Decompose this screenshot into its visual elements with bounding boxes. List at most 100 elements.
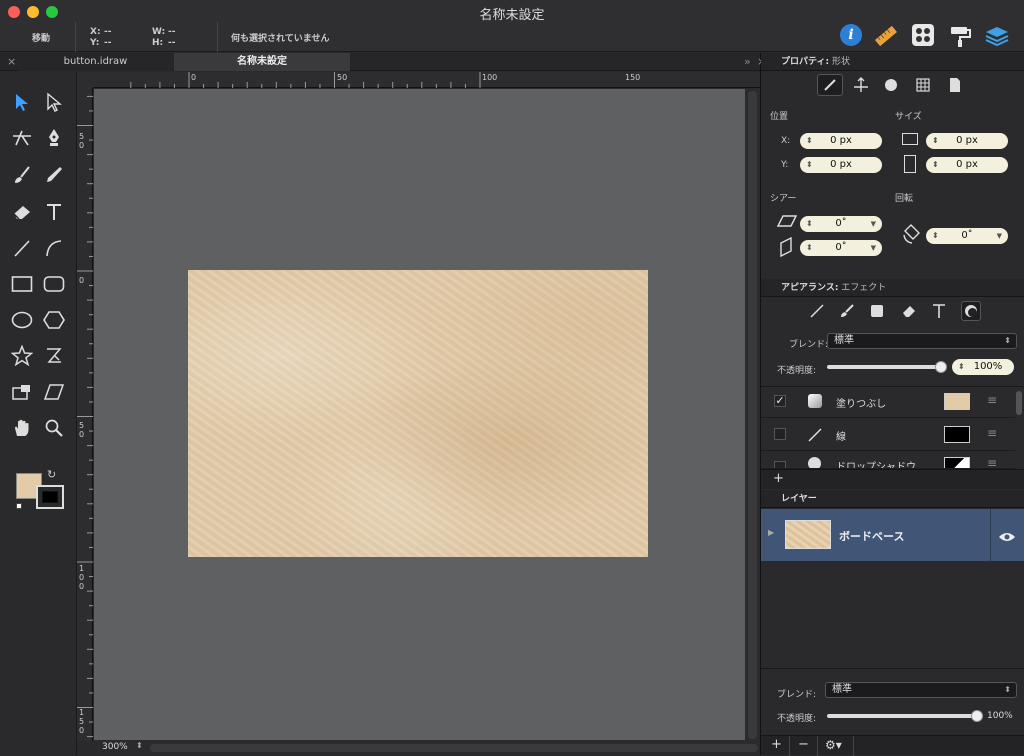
effects-footer: + [761,469,1024,489]
stroke-style-icon[interactable] [809,303,825,319]
opacity-field[interactable]: ⬍ 100% [952,359,1014,375]
rotation-icon [901,223,921,249]
disclosure-triangle-icon[interactable]: ▶ [768,528,774,537]
selection-arrow-icon[interactable] [8,88,36,116]
horizontal-scrollbar[interactable] [150,744,758,752]
ruler-tick-label: 150 [79,708,85,735]
geometry-tab-icon[interactable] [817,74,843,96]
vertical-ruler[interactable]: 50 0 50 100 150 [77,88,93,741]
fill-enabled-checkbox[interactable]: ✓ [774,395,786,407]
layer-thumbnail [785,520,831,549]
text-tool-icon[interactable] [40,198,68,226]
star-tool-icon[interactable] [8,342,36,370]
text-style-icon[interactable] [931,303,947,319]
board-base-shape[interactable] [188,270,648,557]
layer-name[interactable]: ボードベース [839,528,904,544]
document-tab-icon[interactable] [947,77,963,93]
tab-overflow-icon[interactable]: » [744,53,751,71]
remove-layer-button[interactable]: − [798,737,809,752]
ruler-tick-label: 50 [79,132,85,150]
shear-label: シアー [770,194,797,204]
spiral-tool-icon[interactable] [40,342,68,370]
shadow-color-well[interactable] [944,457,970,468]
y-position-field[interactable]: ⬍ 0 px [800,157,882,173]
rounded-rectangle-tool-icon[interactable] [40,270,68,298]
width-field[interactable]: ⬍ 0 px [926,133,1008,149]
vertical-scrollbar[interactable] [745,89,760,741]
ellipse-tool-icon[interactable] [8,306,36,334]
shadow-effect-icon [808,457,821,468]
tab-untitled[interactable]: 名称未設定 [174,53,350,71]
default-colors-icon[interactable] [16,503,22,509]
tab-button-idraw[interactable]: button.idraw [18,53,173,71]
effect-row-stroke[interactable]: 線 ≡ [761,419,1015,451]
blend-label: ブレンド: [789,340,829,350]
horizontal-ruler[interactable]: 0 50 100 150 [93,72,760,88]
drag-handle-icon[interactable]: ≡ [987,456,997,468]
height-value: -- [168,38,176,48]
grid-icon[interactable] [912,24,934,46]
appearance-header: アピアランス: エフェクト [761,279,1024,297]
point-tool-icon[interactable] [8,124,36,152]
eye-icon[interactable] [998,528,1016,547]
shape-tab-icon[interactable] [883,77,899,93]
rectangle-tool-icon[interactable] [8,270,36,298]
info-icon[interactable]: i [840,24,862,46]
rotation-field[interactable]: ⬍ 0˚ ▼ [926,228,1008,244]
line-tool-icon[interactable] [8,234,36,262]
shear-x-field[interactable]: ⬍ 0˚ ▼ [800,216,882,232]
ruler-icon[interactable] [874,24,898,48]
shadow-enabled-checkbox[interactable] [774,461,786,468]
paint-roller-icon[interactable] [948,24,972,48]
ruler-tick-label: 50 [79,421,85,439]
align-tab-icon[interactable] [853,77,869,93]
grid-tab-icon[interactable] [915,77,931,93]
shear-tool-icon[interactable] [40,378,68,406]
hand-tool-icon[interactable] [8,414,36,442]
zoom-tool-icon[interactable] [40,414,68,442]
position-label: 位置 [770,112,789,122]
effects-style-icon[interactable] [961,301,981,321]
window-title: 名称未設定 [479,8,545,23]
layer-opacity-slider[interactable] [827,710,983,722]
height-field[interactable]: ⬍ 0 px [926,157,1008,173]
document-tab-bar: × button.idraw × 名称未設定 » [0,53,760,71]
drag-handle-icon[interactable]: ≡ [987,393,997,407]
shear-y-field[interactable]: ⬍ 0˚ ▼ [800,240,882,256]
transform-tool-icon[interactable] [8,378,36,406]
ruler-tick-label: 150 [625,73,641,82]
stroke-color-well[interactable] [944,426,970,443]
layers-icon[interactable] [984,24,1010,48]
drag-handle-icon[interactable]: ≡ [987,426,997,440]
effects-scrollbar[interactable] [1015,387,1023,469]
brush-style-icon[interactable] [839,303,855,319]
layer-row[interactable]: ▶ ボードベース [761,509,1024,561]
swap-colors-icon[interactable]: ↻ [47,468,56,481]
close-tab-icon[interactable]: × [7,53,16,71]
stroke-enabled-checkbox[interactable] [774,428,786,440]
zoom-stepper-icon[interactable]: ⬍ [136,741,143,750]
add-layer-button[interactable]: + [771,737,782,752]
arc-tool-icon[interactable] [40,234,68,262]
direct-selection-icon[interactable] [40,88,68,116]
brush-tool-icon[interactable] [8,161,36,189]
eraser-style-icon[interactable] [901,303,917,319]
ruler-corner [77,72,93,88]
fill-color-well[interactable] [944,393,970,410]
opacity-label: 不透明度: [777,366,817,376]
effect-row-shadow[interactable]: ドロップシャドウ ≡ [761,452,1015,469]
add-effect-button[interactable]: + [773,471,784,486]
gear-icon[interactable]: ⚙▾ [825,738,842,752]
opacity-slider[interactable] [827,361,947,373]
pen-tool-icon[interactable] [40,124,68,152]
layer-blend-select[interactable]: 標準 ⬍ [825,682,1017,698]
effect-row-fill[interactable]: ✓ 塗りつぶし ≡ [761,386,1015,418]
pencil-tool-icon[interactable] [40,161,68,189]
stroke-color-swatch[interactable] [36,485,64,509]
polygon-tool-icon[interactable] [40,306,68,334]
fill-style-icon[interactable] [869,303,885,319]
blend-mode-select[interactable]: 標準 ⬍ [827,333,1017,349]
x-position-field[interactable]: ⬍ 0 px [800,133,882,149]
zoom-level[interactable]: 300% [102,742,128,752]
eraser-tool-icon[interactable] [8,198,36,226]
